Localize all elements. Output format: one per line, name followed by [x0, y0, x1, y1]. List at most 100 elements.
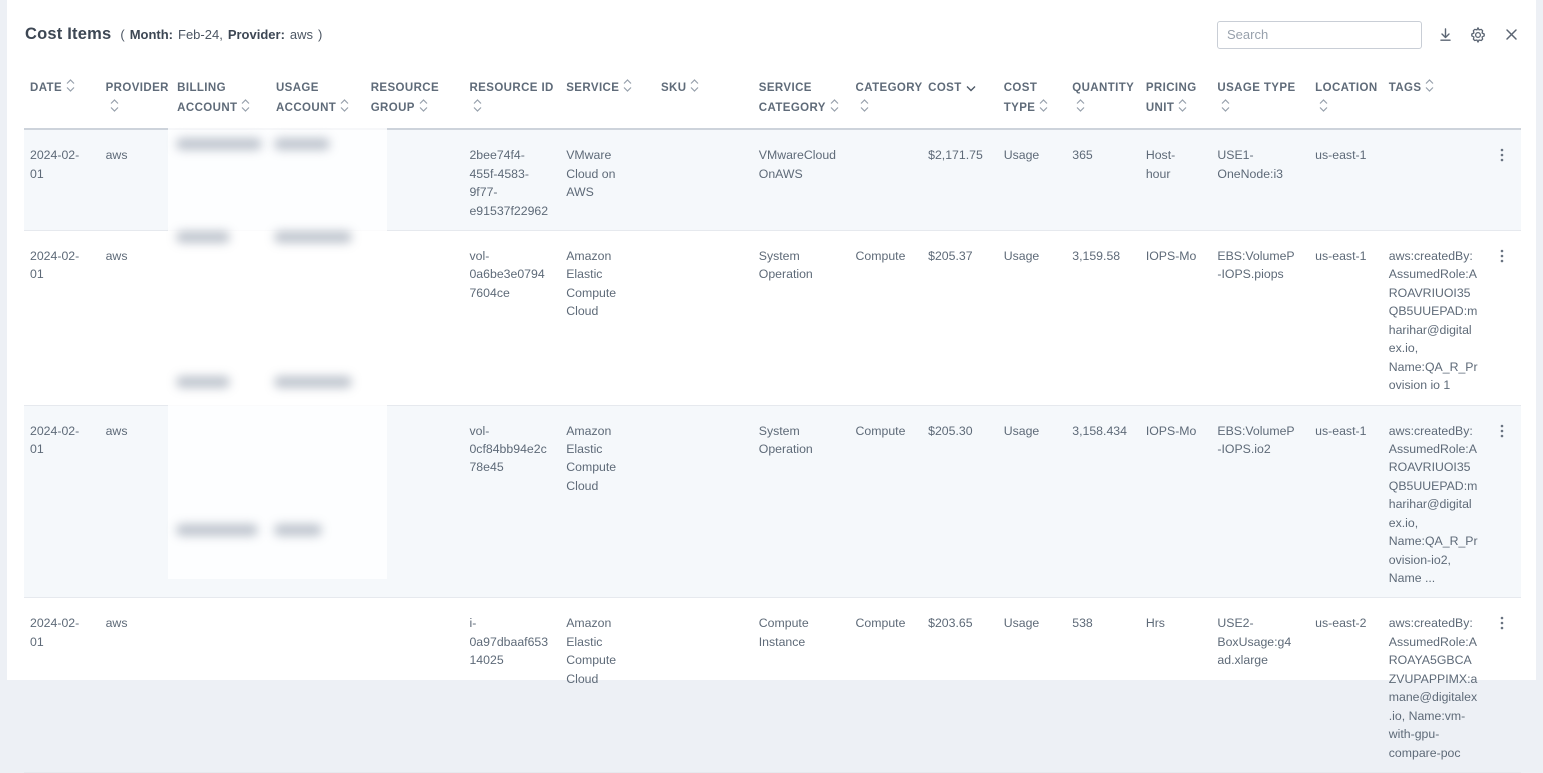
row-menu-button[interactable] [1496, 247, 1508, 268]
cell-cost: $2,171.75 [922, 129, 998, 230]
filter-summary: ( Month: Feb-24, Provider: aws ) [120, 27, 322, 42]
redacted-billing-account [176, 138, 262, 150]
cell-tags: aws:createdBy:AssumedRole:AROAVRIUOI35QB… [1383, 231, 1490, 406]
provider-value: aws [290, 27, 313, 42]
sort-desc-icon [966, 85, 976, 92]
col-header-tags[interactable]: TAGS [1383, 70, 1490, 129]
cell-resource-id: i-0a97dbaaf65314025 [463, 598, 560, 773]
col-header-usage-account[interactable]: USAGE ACCOUNT [270, 70, 365, 129]
cell-resource-id: vol-0cf84bb94e2c78e45 [463, 405, 560, 598]
redacted-billing-account [176, 231, 230, 243]
cell-cost: $205.30 [922, 405, 998, 598]
redacted-usage-account [274, 138, 330, 150]
month-label: Month: [130, 27, 173, 42]
cost-items-panel: Cost Items ( Month: Feb-24, Provider: aw… [7, 0, 1536, 680]
col-header-resource-id[interactable]: RESOURCE ID [463, 70, 560, 129]
cell-service-category: System Operation [753, 231, 850, 406]
cell-tags: aws:createdBy:AssumedRole:AROAVRIUOI35QB… [1383, 405, 1490, 598]
cell-cost-type: Usage [998, 129, 1067, 230]
close-button[interactable] [1501, 25, 1521, 45]
cell-category: Compute [850, 231, 923, 406]
cell-resource-id: 2bee74f4-455f-4583-9f77-e91537f22962 [463, 129, 560, 230]
month-value: Feb-24, [178, 27, 223, 42]
cell-location: us-east-1 [1309, 231, 1383, 406]
kebab-icon [1500, 424, 1504, 438]
settings-button[interactable] [1468, 25, 1488, 45]
sort-icon [1039, 99, 1048, 112]
page-title: Cost Items [25, 25, 111, 44]
cell-pricing-unit: Host-hour [1140, 129, 1212, 230]
cell-resource-group [365, 598, 464, 773]
sort-icon [110, 99, 119, 112]
cell-pricing-unit: Hrs [1140, 598, 1212, 773]
cell-usage-type: EBS:VolumeP-IOPS.piops [1211, 231, 1309, 406]
col-header-provider[interactable]: PROVIDER [100, 70, 172, 129]
table-row: 2024-02-01 aws i-0a97dbaaf65314025 Amazo… [24, 598, 1521, 773]
row-menu-button[interactable] [1496, 614, 1508, 635]
download-icon [1437, 26, 1454, 43]
toolbar [1217, 21, 1521, 49]
cell-tags [1383, 129, 1490, 230]
col-header-cost-type[interactable]: COST TYPE [998, 70, 1067, 129]
provider-label: Provider: [228, 27, 285, 42]
row-menu-button[interactable] [1496, 422, 1508, 443]
col-header-service-category[interactable]: SERVICE CATEGORY [753, 70, 850, 129]
cell-category [850, 129, 923, 230]
cell-category: Compute [850, 405, 923, 598]
cell-service: Amazon Elastic Compute Cloud [560, 405, 655, 598]
cell-provider: aws [100, 598, 172, 773]
cell-date: 2024-02-01 [24, 598, 100, 773]
cell-actions [1490, 405, 1521, 598]
cell-quantity: 365 [1066, 129, 1140, 230]
cell-actions [1490, 129, 1521, 230]
download-button[interactable] [1435, 25, 1455, 45]
col-header-usage-type[interactable]: USAGE TYPE [1211, 70, 1309, 129]
search-input[interactable] [1217, 21, 1422, 49]
col-header-actions [1490, 70, 1521, 129]
cell-sku [655, 405, 753, 598]
cell-provider: aws [100, 405, 172, 598]
cell-tags: aws:createdBy:AssumedRole:AROAYA5GBCAZVU… [1383, 598, 1490, 773]
cell-sku [655, 231, 753, 406]
cell-usage-type: USE1-OneNode:i3 [1211, 129, 1309, 230]
cell-provider: aws [100, 129, 172, 230]
sort-icon [66, 79, 75, 92]
col-header-resource-group[interactable]: RESOURCE GROUP [365, 70, 464, 129]
cell-service-category: Compute Instance [753, 598, 850, 773]
sort-icon [1178, 99, 1187, 112]
col-header-location[interactable]: LOCATION [1309, 70, 1383, 129]
cell-service-category: VMwareCloudOnAWS [753, 129, 850, 230]
sort-icon [690, 79, 699, 92]
sort-icon [473, 99, 482, 112]
cell-date: 2024-02-01 [24, 129, 100, 230]
cell-cost-type: Usage [998, 231, 1067, 406]
sort-icon [1319, 99, 1328, 112]
col-header-category[interactable]: CATEGORY [850, 70, 923, 129]
col-header-billing-account[interactable]: BILLING ACCOUNT [171, 70, 270, 129]
col-header-quantity[interactable]: QUANTITY [1066, 70, 1140, 129]
cell-cost-type: Usage [998, 598, 1067, 773]
row-menu-button[interactable] [1496, 146, 1508, 167]
cell-cost: $205.37 [922, 231, 998, 406]
sort-icon [860, 99, 869, 112]
cell-quantity: 538 [1066, 598, 1140, 773]
redacted-billing-account [176, 524, 258, 536]
cell-usage-type: EBS:VolumeP-IOPS.io2 [1211, 405, 1309, 598]
kebab-icon [1500, 616, 1504, 630]
cell-location: us-east-1 [1309, 405, 1383, 598]
cell-location: us-east-1 [1309, 129, 1383, 230]
sort-icon [241, 99, 250, 112]
paren-open: ( [120, 27, 124, 42]
sort-icon [419, 99, 428, 112]
col-header-sku[interactable]: SKU [655, 70, 753, 129]
col-header-cost[interactable]: COST [922, 70, 998, 129]
cell-actions [1490, 598, 1521, 773]
col-header-service[interactable]: SERVICE [560, 70, 655, 129]
panel-header: Cost Items ( Month: Feb-24, Provider: aw… [7, 0, 1536, 56]
col-header-date[interactable]: DATE [24, 70, 100, 129]
col-header-pricing-unit[interactable]: PRICING UNIT [1140, 70, 1212, 129]
cost-items-table-wrap: DATE PROVIDER BILLING ACCOUNT USAGE ACCO… [24, 70, 1521, 773]
redacted-usage-account [274, 524, 322, 536]
sort-icon [623, 79, 632, 92]
kebab-icon [1500, 148, 1504, 162]
